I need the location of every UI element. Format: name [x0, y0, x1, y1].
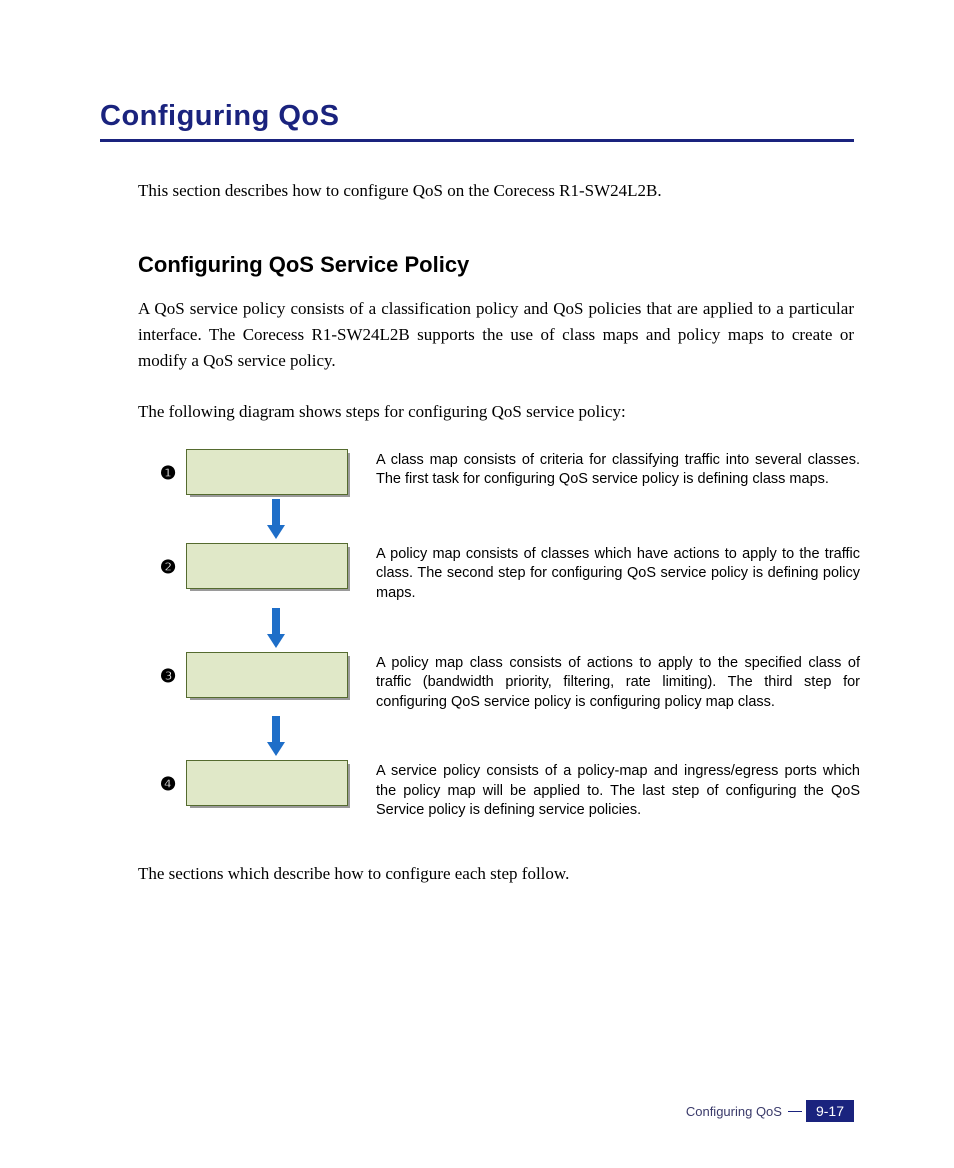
title-rule: [100, 139, 854, 142]
paragraph-1: A QoS service policy consists of a class…: [138, 296, 854, 375]
arrow-down-icon: [266, 497, 286, 541]
step-box-wrap-3: [186, 652, 366, 698]
step-box-wrap-4: [186, 760, 366, 806]
step-box-1: [186, 449, 348, 495]
step-box-wrap-2: [186, 543, 366, 589]
arrow-row-2: [160, 604, 860, 652]
step-number-3: ❸: [160, 652, 186, 687]
arrow-down-icon: [266, 714, 286, 758]
step-box-3: [186, 652, 348, 698]
step-row-3: ❸ A policy map class consists of actions…: [160, 652, 860, 713]
step-box-4: [186, 760, 348, 806]
steps-diagram: ❶ A class map consists of criteria for c…: [160, 449, 860, 821]
paragraph-2: The following diagram shows steps for co…: [138, 399, 854, 425]
closing-text: The sections which describe how to confi…: [138, 861, 854, 887]
step-desc-2: A policy map consists of classes which h…: [376, 543, 860, 604]
step-desc-1: A class map consists of criteria for cla…: [376, 449, 860, 490]
page-footer: Configuring QoS 9-17: [686, 1100, 854, 1122]
step-row-2: ❷ A policy map consists of classes which…: [160, 543, 860, 604]
arrow-row-3: [160, 712, 860, 760]
step-box-2: [186, 543, 348, 589]
step-number-2: ❷: [160, 543, 186, 578]
step-desc-4: A service policy consists of a policy-ma…: [376, 760, 860, 821]
intro-text: This section describes how to configure …: [138, 178, 854, 204]
step-box-wrap-1: [186, 449, 366, 495]
page-title: Configuring QoS: [100, 100, 854, 133]
step-number-4: ❹: [160, 760, 186, 795]
arrow-down-icon: [266, 606, 286, 650]
step-number-1: ❶: [160, 449, 186, 484]
step-desc-3: A policy map class consists of actions t…: [376, 652, 860, 713]
section-subtitle: Configuring QoS Service Policy: [138, 252, 854, 278]
step-row-1: ❶ A class map consists of criteria for c…: [160, 449, 860, 495]
footer-line-icon: [788, 1111, 802, 1112]
step-row-4: ❹ A service policy consists of a policy-…: [160, 760, 860, 821]
arrow-row-1: [160, 495, 860, 543]
footer-label: Configuring QoS: [686, 1104, 782, 1119]
page-number: 9-17: [806, 1100, 854, 1122]
